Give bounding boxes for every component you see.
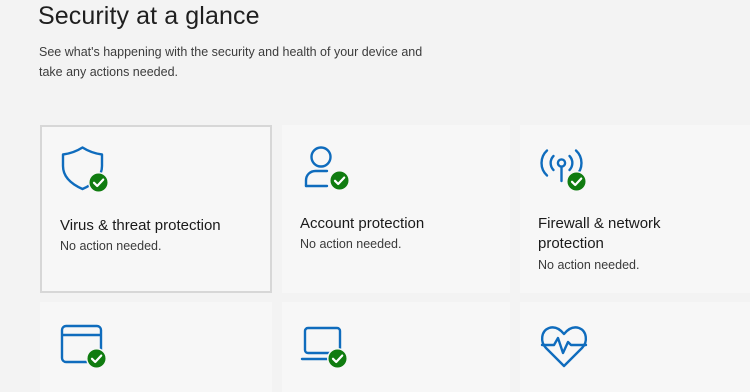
tile-firewall-network-protection[interactable]: Firewall & network protection No action … <box>520 125 750 293</box>
tile-device-security[interactable] <box>282 302 510 392</box>
checkmark-badge-icon <box>88 172 109 193</box>
checkmark-badge-icon <box>566 171 587 192</box>
tile-account-protection[interactable]: Account protection No action needed. <box>282 125 510 293</box>
tile-status: No action needed. <box>538 258 640 272</box>
page-title: Security at a glance <box>38 2 260 30</box>
shield-icon <box>60 145 112 197</box>
tile-virus-threat-protection[interactable]: Virus & threat protection No action need… <box>40 125 272 293</box>
tile-title: Account protection <box>300 215 425 232</box>
tile-status: No action needed. <box>60 239 162 253</box>
laptop-icon <box>300 326 354 378</box>
checkmark-badge-icon <box>86 348 107 369</box>
checkmark-badge-icon <box>327 348 348 369</box>
page-subtitle: See what's happening with the security a… <box>39 45 423 79</box>
person-icon <box>302 145 354 197</box>
app-browser-window-icon <box>60 324 112 376</box>
tile-app-browser-control[interactable] <box>40 302 272 392</box>
tile-status: No action needed. <box>300 237 402 251</box>
checkmark-badge-icon <box>329 170 350 191</box>
wireless-antenna-icon <box>538 147 590 199</box>
tile-title: Firewall & network protection <box>538 215 661 252</box>
tile-title: Virus & threat protection <box>60 217 221 234</box>
heart-pulse-icon <box>540 322 592 374</box>
tile-device-performance-health[interactable] <box>520 302 750 392</box>
